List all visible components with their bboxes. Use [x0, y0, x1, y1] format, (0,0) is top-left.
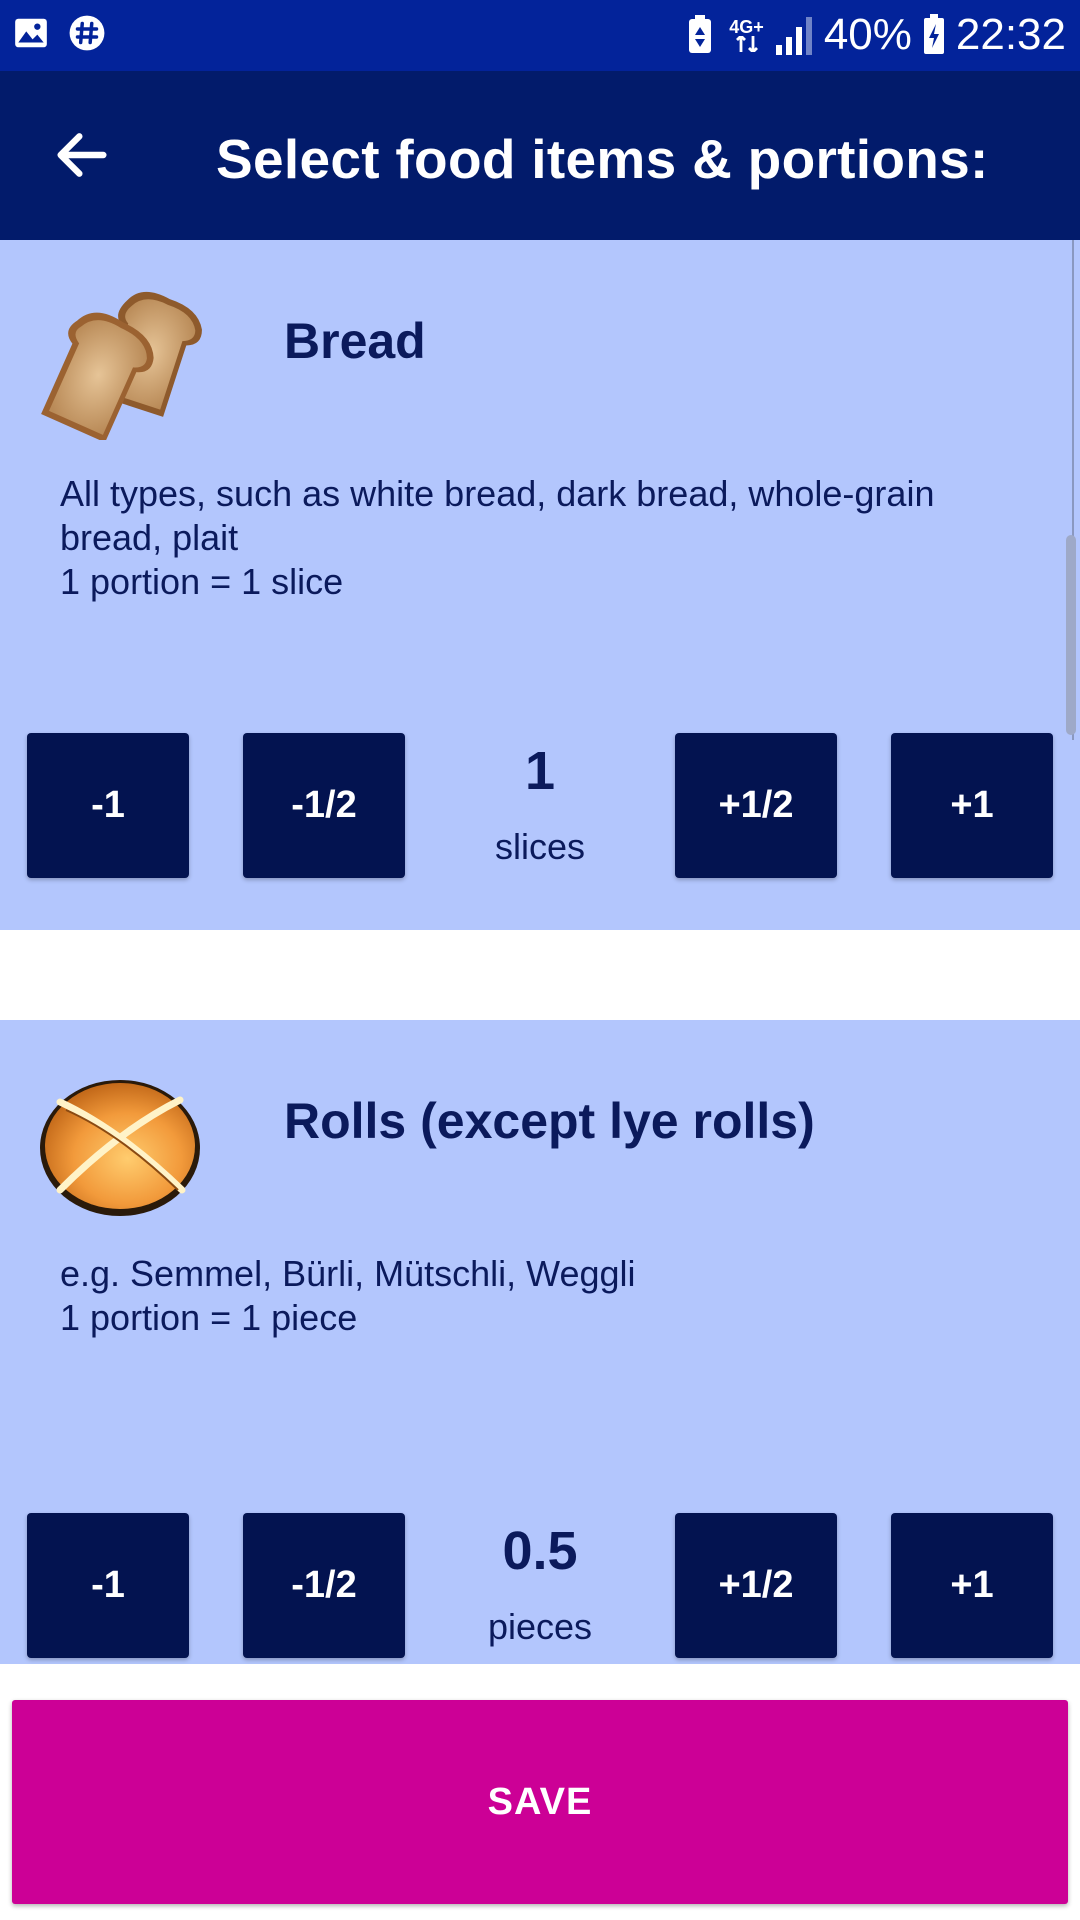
food-item-rolls: Rolls (except lye rolls) e.g. Semmel, Bü…: [0, 1020, 1080, 1664]
increase-half-button[interactable]: +1/2: [675, 733, 837, 878]
food-description: e.g. Semmel, Bürli, Mütschli, Weggli 1 p…: [60, 1252, 1000, 1340]
increase-1-button[interactable]: +1: [891, 1513, 1053, 1658]
clock: 22:32: [955, 10, 1066, 59]
page-title: Select food items & portions:: [216, 128, 989, 190]
portion-unit: slices: [494, 826, 586, 867]
status-bar: 4G+ 40% 22:32: [0, 0, 1080, 71]
network-type-label: 4G+: [729, 17, 764, 37]
battery-percent: 40%: [823, 10, 912, 59]
gallery-icon: [15, 18, 47, 48]
bread-icon: [41, 291, 202, 440]
battery-saver-icon: [689, 15, 712, 53]
food-list[interactable]: Bread All types, such as white bread, da…: [0, 240, 1080, 1664]
network-icon: [735, 36, 758, 52]
battery-icon: [923, 14, 944, 54]
app-bar: Select food items & portions:: [0, 71, 1080, 240]
portion-amount: 0.5: [502, 1521, 578, 1581]
portion-amount: 1: [524, 741, 556, 801]
increase-1-button[interactable]: +1: [891, 733, 1053, 878]
signal-icon: [775, 17, 812, 55]
portion-unit: pieces: [487, 1606, 593, 1647]
food-description-text: All types, such as white bread, dark bre…: [60, 473, 945, 558]
decrease-1-button[interactable]: -1: [27, 1513, 189, 1658]
decrease-1-button[interactable]: -1: [27, 733, 189, 878]
increase-half-button[interactable]: +1/2: [675, 1513, 837, 1658]
slack-icon: [69, 15, 105, 51]
roll-icon: [40, 1080, 200, 1216]
portion-info: 1 portion = 1 slice: [60, 561, 344, 602]
food-item-bread: Bread All types, such as white bread, da…: [0, 240, 1080, 930]
food-description: All types, such as white bread, dark bre…: [60, 472, 1000, 604]
save-button[interactable]: SAVE: [12, 1700, 1068, 1904]
back-button[interactable]: [50, 123, 114, 187]
food-title: Bread: [284, 313, 426, 369]
arrow-left-icon: [57, 133, 107, 177]
scrollbar-thumb[interactable]: [1066, 535, 1076, 735]
decrease-half-button[interactable]: -1/2: [243, 733, 405, 878]
food-description-text: e.g. Semmel, Bürli, Mütschli, Weggli: [60, 1253, 636, 1294]
decrease-half-button[interactable]: -1/2: [243, 1513, 405, 1658]
portion-info: 1 portion = 1 piece: [60, 1297, 358, 1338]
food-title: Rolls (except lye rolls): [284, 1093, 815, 1149]
